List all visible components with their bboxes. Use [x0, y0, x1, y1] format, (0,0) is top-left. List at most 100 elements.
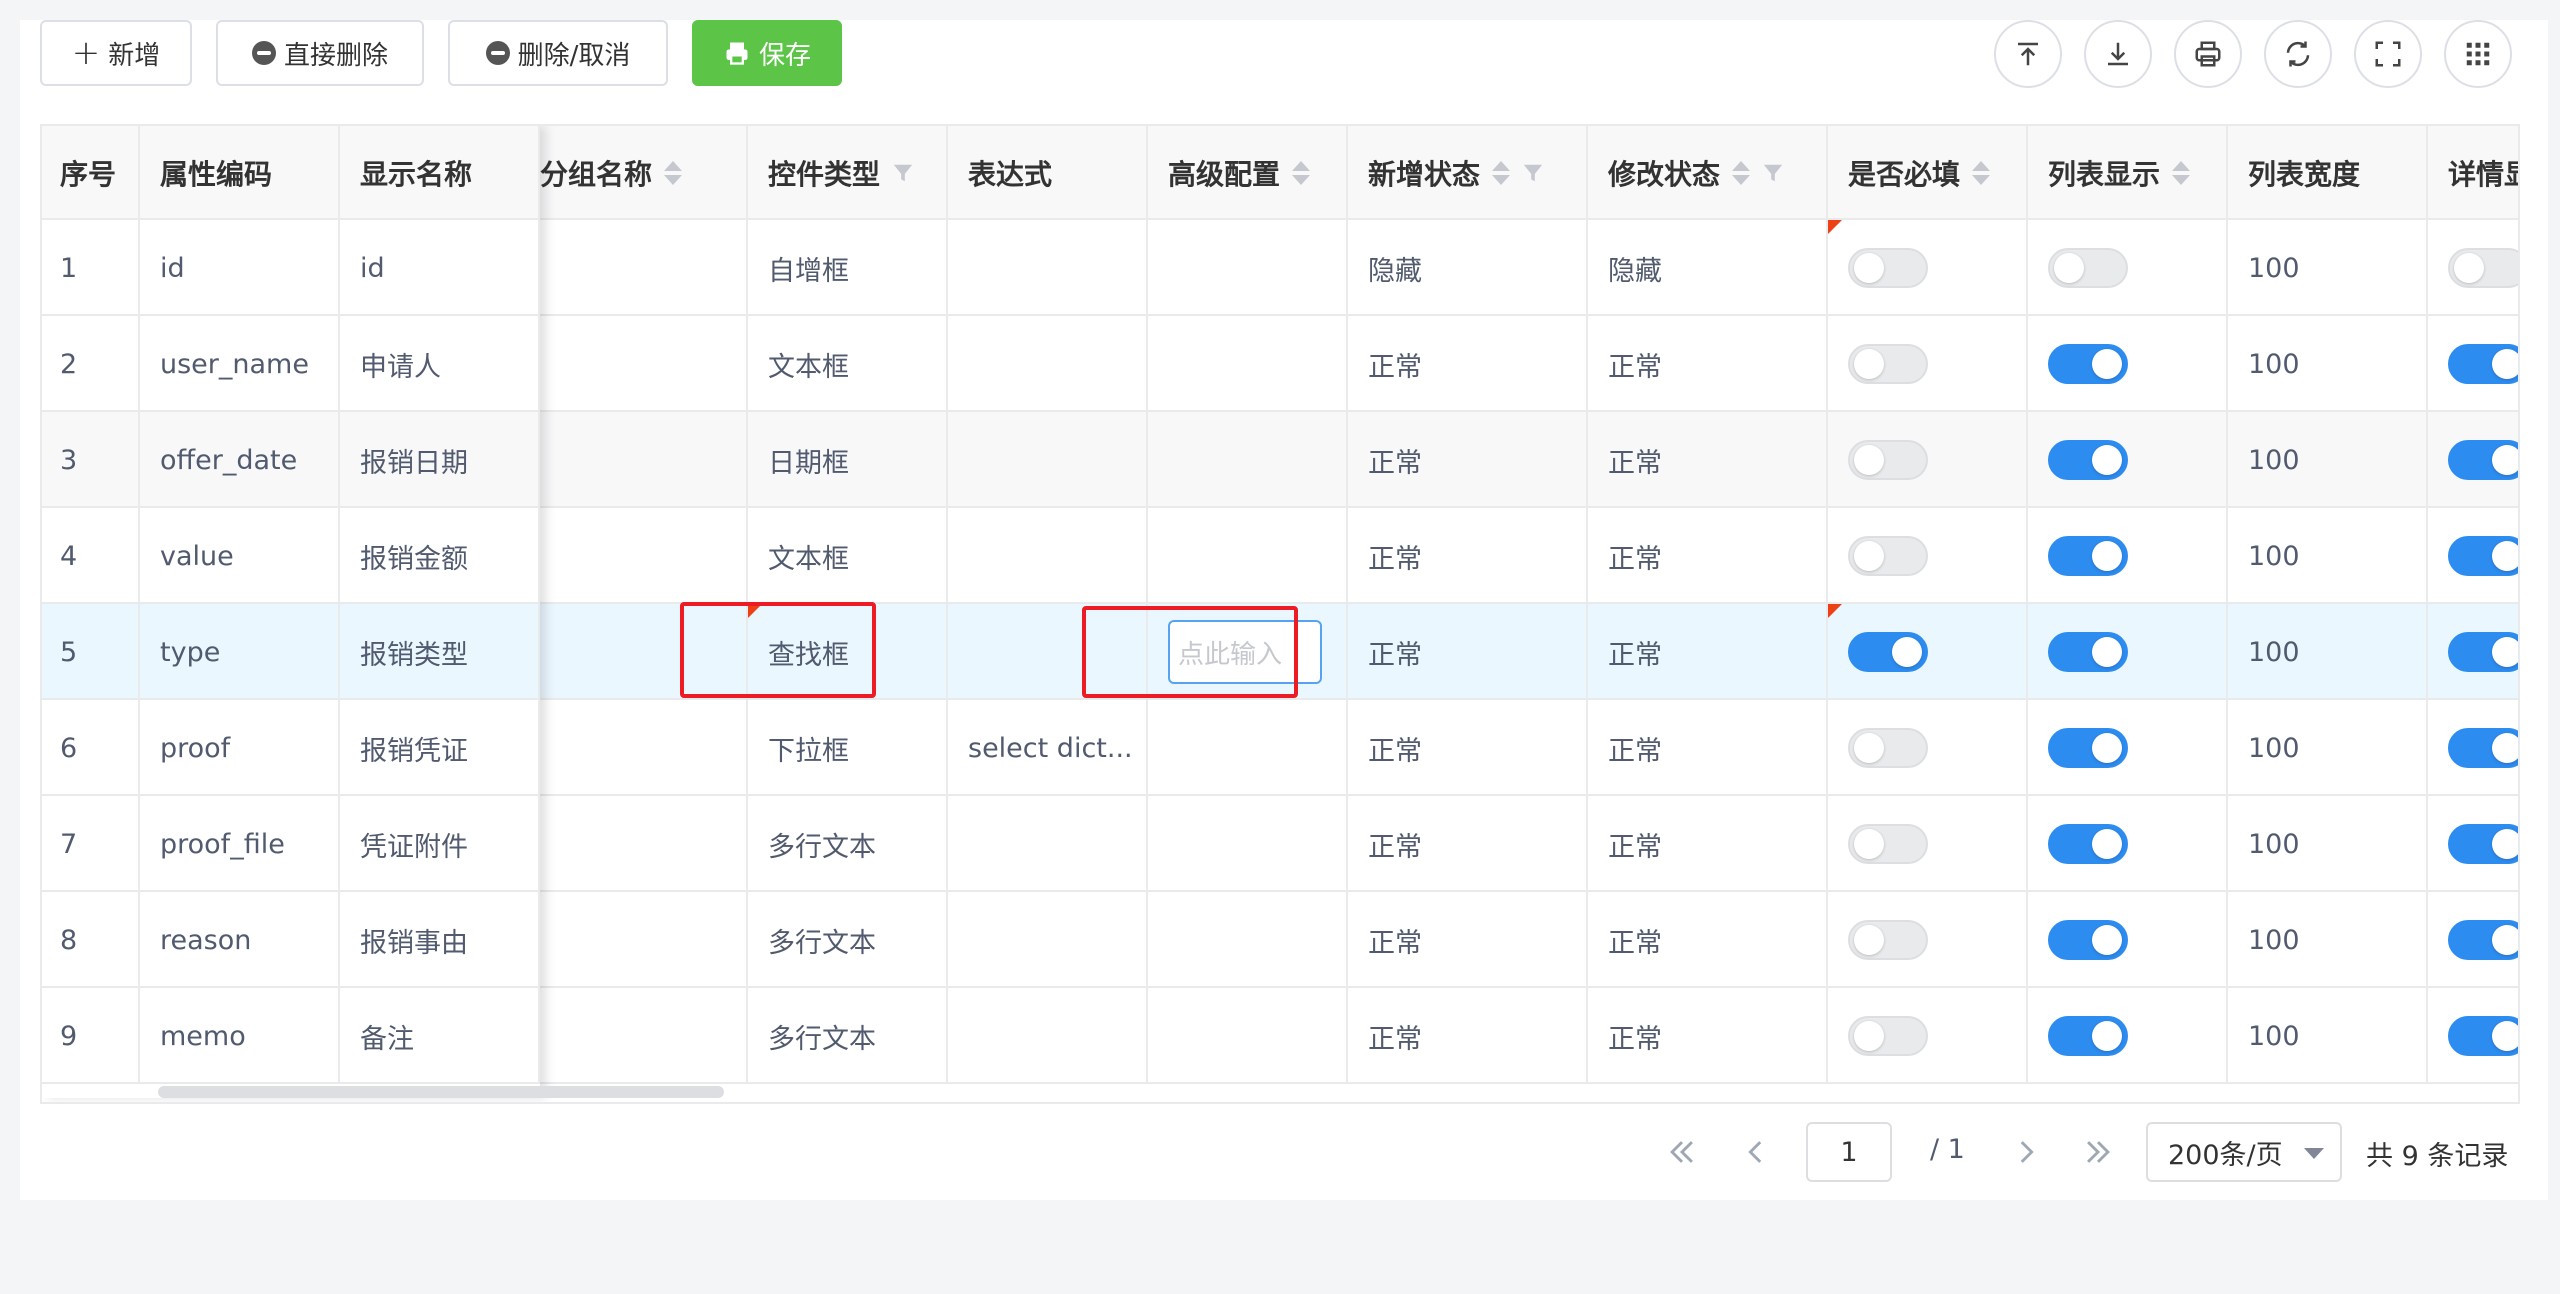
- cell-add-state[interactable]: 正常: [1348, 316, 1588, 412]
- cell-list-show[interactable]: [2028, 316, 2228, 412]
- toggle-switch[interactable]: [2048, 632, 2128, 672]
- sort-icon[interactable]: [1972, 161, 1991, 185]
- table-row-fixed[interactable]: 7 proof_file 凭证附件: [42, 796, 540, 892]
- cell-expression[interactable]: [948, 316, 1148, 412]
- cell-expression[interactable]: select dict...: [948, 700, 1148, 796]
- cell-detail-show[interactable]: [2428, 220, 2518, 316]
- cell-list-width[interactable]: 100: [2228, 796, 2428, 892]
- cell-list-width[interactable]: 100: [2228, 604, 2428, 700]
- toggle-switch[interactable]: [2048, 344, 2128, 384]
- cell-required[interactable]: [1828, 316, 2028, 412]
- toggle-switch[interactable]: [2448, 728, 2518, 768]
- filter-icon[interactable]: [892, 162, 914, 184]
- cell-control-type[interactable]: 多行文本: [748, 892, 948, 988]
- cell-control-type[interactable]: 多行文本: [748, 988, 948, 1084]
- toggle-switch[interactable]: [2448, 536, 2518, 576]
- cell-edit-state[interactable]: 正常: [1588, 604, 1828, 700]
- cell-list-width[interactable]: 100: [2228, 700, 2428, 796]
- cell-add-state[interactable]: 正常: [1348, 508, 1588, 604]
- cell-detail-show[interactable]: [2428, 412, 2518, 508]
- cell-detail-show[interactable]: [2428, 508, 2518, 604]
- cell-add-state[interactable]: 正常: [1348, 892, 1588, 988]
- table-row-fixed[interactable]: 3 offer_date 报销日期: [42, 412, 540, 508]
- cell-expression[interactable]: [948, 412, 1148, 508]
- toggle-switch[interactable]: [2048, 728, 2128, 768]
- cell-control-type[interactable]: 下拉框: [748, 700, 948, 796]
- filter-icon[interactable]: [1522, 162, 1544, 184]
- column-header-group[interactable]: 分组名称: [540, 126, 748, 220]
- cell-detail-show[interactable]: [2428, 796, 2518, 892]
- cell-required[interactable]: [1828, 796, 2028, 892]
- cell-add-state[interactable]: 正常: [1348, 988, 1588, 1084]
- cell-list-show[interactable]: [2028, 700, 2228, 796]
- cell-list-width[interactable]: 100: [2228, 316, 2428, 412]
- column-header-list-show[interactable]: 列表显示: [2028, 126, 2228, 220]
- cell-control-type[interactable]: 多行文本: [748, 796, 948, 892]
- cell-group[interactable]: [540, 892, 748, 988]
- cell-edit-state[interactable]: 隐藏: [1588, 220, 1828, 316]
- cell-display-name[interactable]: 申请人: [340, 316, 540, 412]
- cell-list-width[interactable]: 100: [2228, 220, 2428, 316]
- cell-detail-show[interactable]: [2428, 892, 2518, 988]
- cell-edit-state[interactable]: 正常: [1588, 412, 1828, 508]
- download-button[interactable]: [2084, 20, 2152, 88]
- cell-edit-state[interactable]: 正常: [1588, 316, 1828, 412]
- sort-icon[interactable]: [1732, 161, 1751, 185]
- toggle-switch[interactable]: [2448, 440, 2518, 480]
- cell-list-show[interactable]: [2028, 220, 2228, 316]
- cell-advanced[interactable]: [1148, 988, 1348, 1084]
- fullscreen-button[interactable]: [2354, 20, 2422, 88]
- cell-display-name[interactable]: id: [340, 220, 540, 316]
- prev-page-button[interactable]: [1736, 1132, 1776, 1172]
- cell-expression[interactable]: [948, 988, 1148, 1084]
- cell-expression[interactable]: [948, 508, 1148, 604]
- cell-required[interactable]: [1828, 604, 2028, 700]
- cell-required[interactable]: [1828, 412, 2028, 508]
- cell-detail-show[interactable]: [2428, 988, 2518, 1084]
- cell-list-width[interactable]: 100: [2228, 508, 2428, 604]
- cell-detail-show[interactable]: [2428, 604, 2518, 700]
- sort-icon[interactable]: [2172, 161, 2191, 185]
- column-header-add-state[interactable]: 新增状态: [1348, 126, 1588, 220]
- cell-group[interactable]: [540, 796, 748, 892]
- cell-group[interactable]: [540, 316, 748, 412]
- cell-display-name[interactable]: 凭证附件: [340, 796, 540, 892]
- cell-required[interactable]: [1828, 220, 2028, 316]
- cell-required[interactable]: [1828, 700, 2028, 796]
- table-row-fixed[interactable]: 6 proof 报销凭证: [42, 700, 540, 796]
- cell-required[interactable]: [1828, 892, 2028, 988]
- add-button[interactable]: + 新增: [40, 20, 192, 86]
- cell-group[interactable]: [540, 412, 748, 508]
- cell-advanced[interactable]: [1148, 412, 1348, 508]
- cell-add-state[interactable]: 正常: [1348, 796, 1588, 892]
- toggle-switch[interactable]: [1848, 1016, 1928, 1056]
- column-header-edit-state[interactable]: 修改状态: [1588, 126, 1828, 220]
- next-page-button[interactable]: [2006, 1132, 2046, 1172]
- cell-detail-show[interactable]: [2428, 700, 2518, 796]
- cell-code[interactable]: reason: [140, 892, 340, 988]
- cell-group[interactable]: [540, 220, 748, 316]
- cell-advanced[interactable]: [1148, 316, 1348, 412]
- toggle-switch[interactable]: [2048, 536, 2128, 576]
- toggle-switch[interactable]: [1848, 344, 1928, 384]
- cell-edit-state[interactable]: 正常: [1588, 508, 1828, 604]
- cell-code[interactable]: type: [140, 604, 340, 700]
- cell-edit-state[interactable]: 正常: [1588, 700, 1828, 796]
- cell-code[interactable]: proof_file: [140, 796, 340, 892]
- cell-display-name[interactable]: 报销金额: [340, 508, 540, 604]
- save-button[interactable]: 保存: [692, 20, 842, 86]
- toggle-switch[interactable]: [2448, 344, 2518, 384]
- last-page-button[interactable]: [2078, 1132, 2118, 1172]
- toggle-switch[interactable]: [1848, 440, 1928, 480]
- cell-advanced[interactable]: [1148, 508, 1348, 604]
- refresh-button[interactable]: [2264, 20, 2332, 88]
- cell-list-show[interactable]: [2028, 508, 2228, 604]
- cell-code[interactable]: user_name: [140, 316, 340, 412]
- table-row-fixed[interactable]: 2 user_name 申请人: [42, 316, 540, 412]
- toggle-switch[interactable]: [1848, 728, 1928, 768]
- toggle-switch[interactable]: [2048, 440, 2128, 480]
- cell-code[interactable]: offer_date: [140, 412, 340, 508]
- toggle-switch[interactable]: [2448, 632, 2518, 672]
- cell-add-state[interactable]: 正常: [1348, 700, 1588, 796]
- cell-edit-state[interactable]: 正常: [1588, 796, 1828, 892]
